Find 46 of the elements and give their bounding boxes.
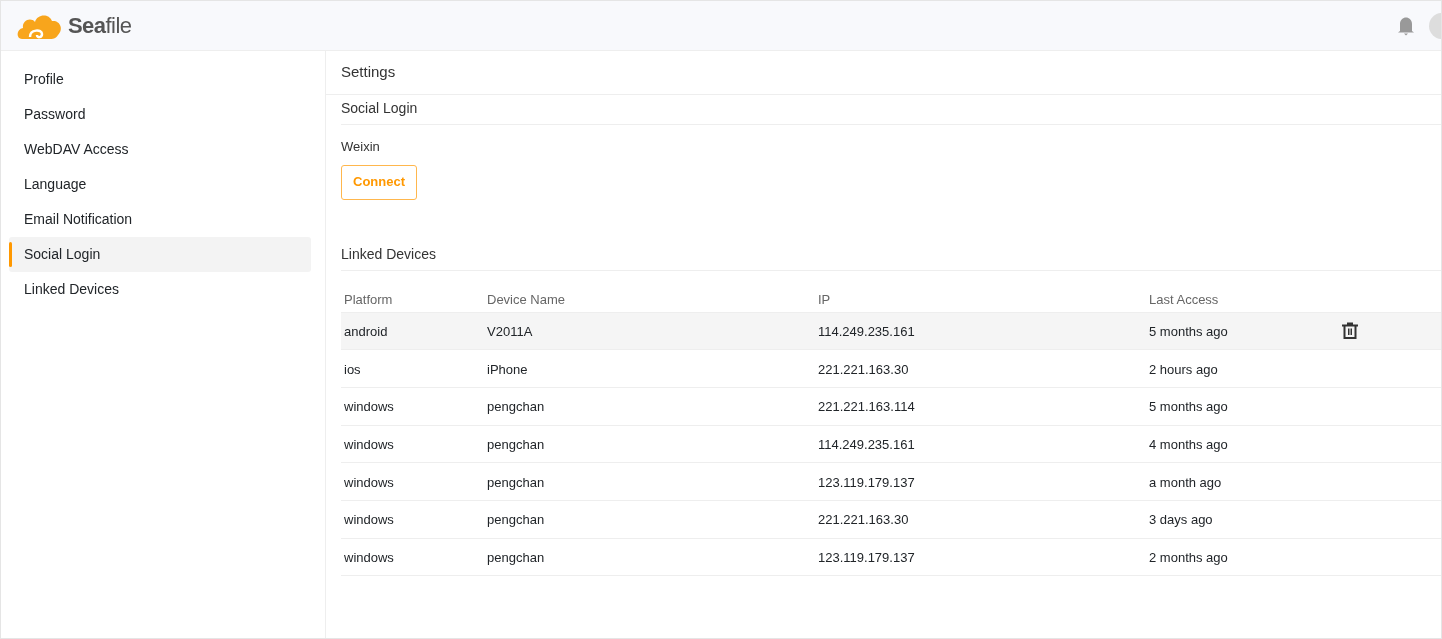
table-cell: V2011A xyxy=(487,323,533,339)
table-cell: windows xyxy=(344,512,394,528)
table-cell: pengchan xyxy=(487,549,545,565)
table-cell: 221.221.163.30 xyxy=(818,512,909,528)
table-cell: windows xyxy=(344,474,394,490)
table-cell: pengchan xyxy=(487,399,545,415)
table-cell: iPhone xyxy=(487,361,528,377)
table-cell: pengchan xyxy=(487,474,545,490)
table-cell: windows xyxy=(344,436,394,452)
sidebar-item[interactable]: Social Login xyxy=(9,237,311,272)
column-header: Device Name xyxy=(487,291,566,307)
table-cell: 114.249.235.161 xyxy=(818,436,915,452)
table-cell: 4 months ago xyxy=(1149,436,1228,452)
table-cell: 221.221.163.30 xyxy=(818,361,909,377)
column-header: Last Access xyxy=(1149,291,1219,307)
table-cell: 123.119.179.137 xyxy=(818,474,915,490)
table-cell: windows xyxy=(344,549,394,565)
table-cell: 2 hours ago xyxy=(1149,361,1218,377)
table-cell: 3 days ago xyxy=(1149,512,1213,528)
table-cell: 5 months ago xyxy=(1149,323,1228,339)
sidebar-item[interactable]: Email Notification xyxy=(9,202,311,237)
table-cell: 221.221.163.114 xyxy=(818,399,915,415)
table-cell: android xyxy=(344,323,388,339)
table-cell: 114.249.235.161 xyxy=(818,323,915,339)
sidebar-item[interactable]: Password xyxy=(9,97,311,132)
table-cell: 5 months ago xyxy=(1149,399,1228,415)
provider-label: Weixin xyxy=(341,138,381,156)
table-cell: windows xyxy=(344,399,394,415)
section-heading: Linked Devices xyxy=(341,244,436,264)
column-header: IP xyxy=(818,291,831,307)
column-header: Platform xyxy=(344,291,393,307)
section-heading: Social Login xyxy=(341,99,418,118)
sidebar-item[interactable]: WebDAV Access xyxy=(9,132,311,167)
sidebar-item[interactable]: Language xyxy=(9,167,311,202)
page-title: Settings xyxy=(341,62,396,83)
sidebar-item[interactable]: Profile xyxy=(9,62,311,97)
bell-icon[interactable] xyxy=(1397,15,1415,36)
sidebar-item[interactable]: Linked Devices xyxy=(9,272,311,307)
trash-icon[interactable] xyxy=(1341,321,1359,341)
table-cell: pengchan xyxy=(487,436,545,452)
table-cell: a month ago xyxy=(1149,474,1222,490)
logo-text: Seafile xyxy=(68,12,132,40)
table-cell: 2 months ago xyxy=(1149,549,1228,565)
table-cell: 123.119.179.137 xyxy=(818,549,915,565)
table-cell: pengchan xyxy=(487,512,545,528)
table-cell: ios xyxy=(344,361,361,377)
